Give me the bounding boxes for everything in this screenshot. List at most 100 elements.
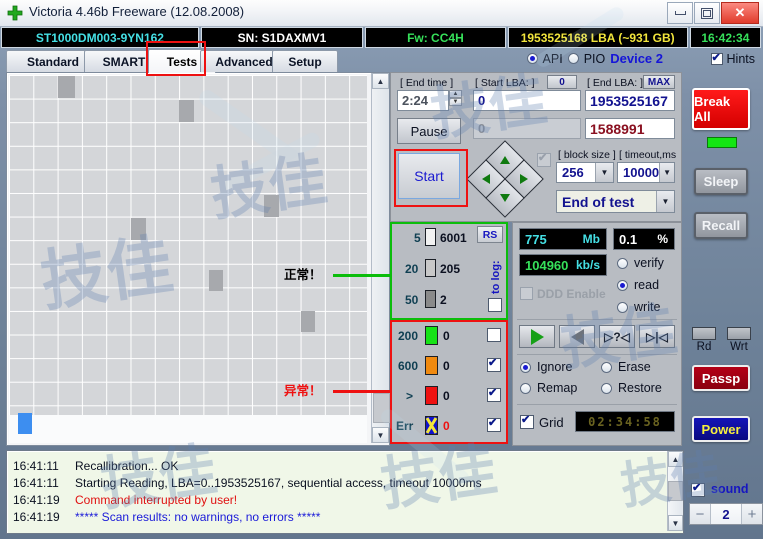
annotation-normal-text: 正常！ [284, 267, 322, 282]
chevron-down-icon[interactable]: ▼ [656, 191, 674, 212]
defect-restore-row[interactable]: Restore [601, 381, 662, 395]
end-time-value: 2:24 [397, 90, 449, 111]
end-action-select[interactable]: End of test ▼ [556, 190, 675, 213]
end-lba-max-button[interactable]: MAX [643, 75, 675, 89]
defect-erase-row[interactable]: Erase [601, 360, 651, 374]
operation-write-row[interactable]: write [617, 300, 660, 314]
timeout-value: 10000 [623, 165, 660, 180]
sleep-button[interactable]: Sleep [694, 168, 748, 195]
log-panel[interactable]: 16:41:11 Recallibration... OK 16:41:11 S… [6, 450, 684, 534]
log-time: 16:41:19 [13, 509, 60, 524]
wrt-indicator [727, 327, 751, 340]
device-label: Device 2 [610, 51, 663, 66]
start-lba-reset-button[interactable]: 0 [547, 75, 577, 89]
verify-radio[interactable] [617, 257, 628, 269]
power-button[interactable]: Power [692, 416, 750, 442]
timeout-select[interactable]: 10000 ▼ [617, 162, 675, 183]
verify-label: verify [634, 256, 664, 270]
end-lba-input[interactable]: 1953525167 [585, 90, 675, 111]
arrow-down-icon [500, 194, 510, 202]
play-backward-button[interactable] [559, 325, 595, 348]
block-size-select[interactable]: 256 ▼ [556, 162, 614, 183]
log-scrollbar[interactable]: ▲ ▼ [667, 451, 683, 531]
chevron-down-icon[interactable]: ▼ [659, 163, 674, 182]
tab-setup[interactable]: Setup [272, 50, 338, 72]
ignore-radio[interactable] [520, 361, 531, 373]
restore-radio[interactable] [601, 382, 612, 394]
sound-checkbox[interactable] [691, 481, 705, 497]
recall-button[interactable]: Recall [694, 212, 748, 239]
surface-grid[interactable] [9, 75, 367, 415]
timing-checkbox-200[interactable] [487, 328, 501, 342]
scroll-down-icon[interactable]: ▼ [372, 427, 389, 443]
scrollbar-thumb[interactable] [373, 393, 390, 423]
log-text: ***** Scan results: no warnings, no erro… [75, 509, 321, 524]
play-forward-button[interactable] [519, 325, 555, 348]
arrow-up-icon [500, 156, 510, 164]
log-text: Recallibration... OK [75, 458, 179, 473]
break-all-button[interactable]: Break All [692, 88, 750, 130]
timing-swatch-200 [425, 326, 438, 345]
api-label: API [542, 51, 563, 66]
play-forward-icon [530, 328, 544, 345]
random-seek-button[interactable]: ▷?◁ [599, 325, 635, 348]
spin-down-icon[interactable]: ▼ [449, 98, 462, 106]
timing-swatch-err [425, 416, 438, 435]
timing-checkbox-err[interactable] [487, 416, 501, 432]
map-block [179, 100, 194, 122]
start-lba-label: [ Start LBA: ] [475, 77, 535, 89]
timing-checkbox-600[interactable] [487, 356, 501, 372]
rd-indicator [692, 327, 716, 340]
erase-radio[interactable] [601, 361, 612, 373]
timing-swatch-5 [425, 228, 436, 246]
volume-increase-button[interactable]: + [742, 504, 762, 524]
hints-checkbox[interactable] [710, 51, 723, 65]
ddd-enable-checkbox[interactable] [520, 287, 533, 300]
log-scrollbar-thumb[interactable] [668, 481, 683, 501]
butterfly-seek-button[interactable]: ▷|◁ [639, 325, 675, 348]
current-position-readout: 1588991 [585, 118, 675, 139]
maximize-button[interactable] [694, 2, 720, 24]
seek-dpad[interactable] [466, 140, 544, 218]
drive-info-bar: ST1000DM003-9YN162 SN: S1DAXMV1 Fw: CC4H… [1, 27, 761, 48]
api-radio[interactable] [526, 53, 538, 64]
pio-radio[interactable] [567, 53, 579, 64]
wrt-label: Wrt [730, 341, 748, 353]
scroll-up-icon[interactable]: ▲ [372, 73, 389, 89]
sound-volume-stepper[interactable]: − 2 + [689, 503, 763, 525]
write-label: write [634, 300, 661, 314]
chevron-down-icon[interactable]: ▼ [595, 163, 613, 182]
grid-label: Grid [539, 415, 564, 430]
interface-mode-group: API PIO Device 2 [526, 51, 663, 66]
passp-button[interactable]: Passp [692, 365, 750, 391]
timing-count-20: 205 [440, 262, 461, 276]
spin-up-icon[interactable]: ▲ [449, 90, 462, 98]
write-radio[interactable] [617, 301, 628, 313]
pause-button[interactable]: Pause [397, 118, 461, 144]
log-entry: 16:41:19 ***** Scan results: no warnings… [13, 508, 320, 525]
read-radio[interactable] [617, 279, 628, 291]
grid-checkbox[interactable] [520, 413, 534, 429]
to-log-label: to log: [490, 260, 502, 294]
timing-threshold-5: 5 [414, 231, 421, 245]
map-scrollbar[interactable]: ▲ ▼ [371, 73, 390, 443]
rs-button[interactable]: RS [477, 226, 503, 243]
remap-radio[interactable] [520, 382, 531, 394]
timing-bad-panel: 200 0 600 0 > 0 Err 0 [390, 320, 508, 444]
defect-remap-row[interactable]: Remap [520, 381, 577, 395]
volume-decrease-button[interactable]: − [690, 504, 710, 524]
minimize-button[interactable] [667, 2, 693, 24]
start-lba-input[interactable]: 0 [473, 90, 581, 111]
to-log-checkbox[interactable] [488, 298, 502, 312]
defect-ignore-row[interactable]: Ignore [520, 360, 572, 374]
operation-read-row[interactable]: read [617, 278, 659, 292]
operation-verify-row[interactable]: verify [617, 256, 664, 270]
close-button[interactable]: ✕ [721, 2, 759, 24]
end-time-spinner[interactable]: ▲ ▼ [449, 90, 462, 111]
log-scroll-up-icon[interactable]: ▲ [668, 451, 683, 467]
log-scroll-down-icon[interactable]: ▼ [668, 515, 683, 531]
grid-time-display: 02:34:58 [575, 411, 675, 432]
timing-threshold-600: 600 [398, 359, 419, 373]
loop-checkbox[interactable] [537, 151, 551, 167]
timing-checkbox-over[interactable] [487, 386, 501, 402]
